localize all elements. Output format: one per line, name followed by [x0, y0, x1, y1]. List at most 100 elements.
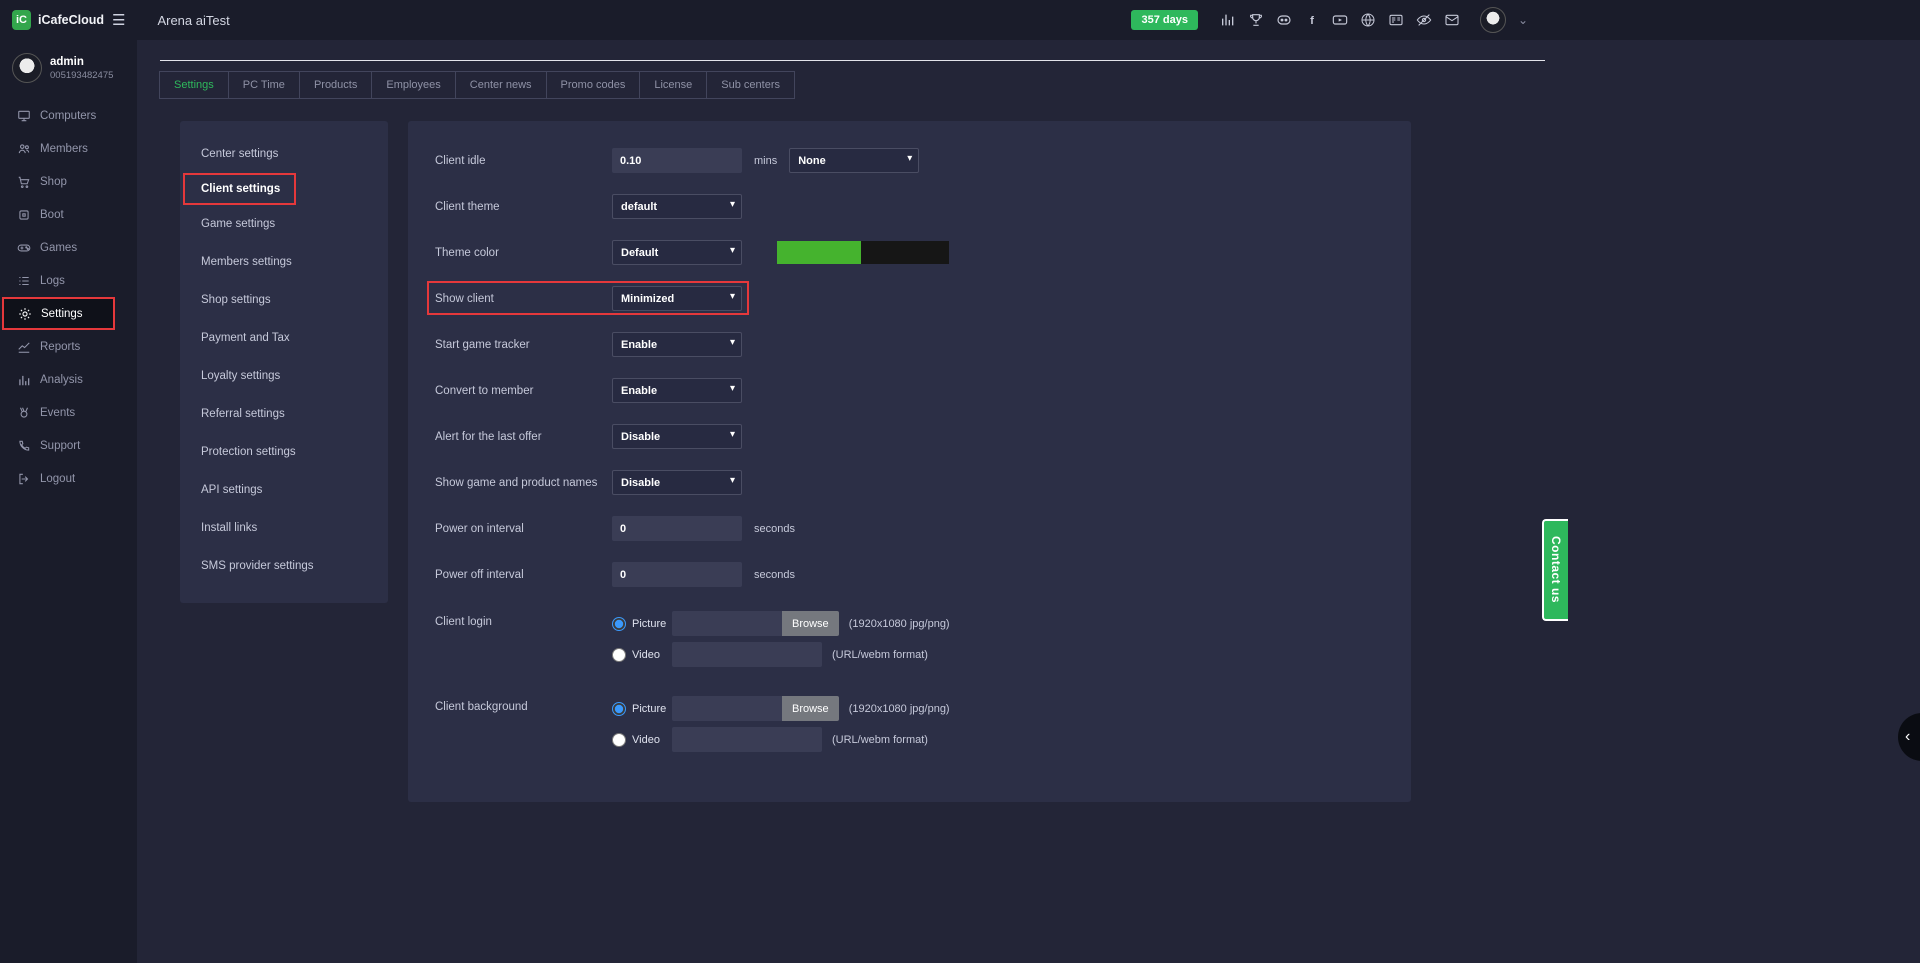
settings-nav-shop[interactable]: Shop settings [180, 281, 388, 319]
form-row-theme-color: Theme color Default ▾ [435, 240, 1411, 265]
settings-nav-loyalty[interactable]: Loyalty settings [180, 357, 388, 395]
page-title: Arena aiTest [157, 13, 229, 28]
stats-icon[interactable] [1220, 12, 1236, 28]
field-label: Client background [435, 693, 612, 713]
settings-nav-game[interactable]: Game settings [180, 205, 388, 243]
chevron-down-icon[interactable]: ⌄ [1518, 13, 1528, 27]
power-off-interval-input[interactable] [612, 562, 742, 587]
sidebar-item-reports[interactable]: Reports [0, 330, 137, 363]
client-login-picture-input[interactable] [672, 611, 782, 636]
settings-nav-center[interactable]: Center settings [180, 135, 388, 173]
client-settings-form: Client idle mins None ▾ Client theme def… [408, 121, 1411, 802]
settings-nav-api[interactable]: API settings [180, 471, 388, 509]
sidebar-item-analysis[interactable]: Analysis [0, 363, 137, 396]
sidebar-item-boot[interactable]: Boot [0, 198, 137, 231]
topbar: iC iCafeCloud ☰ Arena aiTest 357 days f … [0, 0, 1920, 40]
sidebar-item-events[interactable]: Events [0, 396, 137, 429]
client-login-video-radio[interactable] [612, 648, 626, 662]
settings-nav-protection[interactable]: Protection settings [180, 433, 388, 471]
members-icon [17, 142, 31, 156]
form-row-alert-last-offer: Alert for the last offer Disable ▾ [435, 424, 1411, 449]
hamburger-menu-icon[interactable]: ☰ [112, 11, 125, 29]
field-label: Convert to member [435, 385, 612, 397]
form-row-power-on-interval: Power on interval seconds [435, 516, 1411, 541]
globe-icon[interactable] [1360, 12, 1376, 28]
sidebar-item-support[interactable]: Support [0, 429, 137, 462]
sidebar-item-games[interactable]: Games [0, 231, 137, 264]
client-login-browse-button[interactable]: Browse [782, 611, 839, 636]
reports-icon [17, 340, 31, 354]
client-background-video-input[interactable] [672, 727, 822, 752]
tab-pc-time[interactable]: PC Time [228, 71, 300, 99]
brand[interactable]: iC iCafeCloud [0, 10, 104, 30]
client-background-video-radio[interactable] [612, 733, 626, 747]
tab-bar: Settings PC Time Products Employees Cent… [160, 71, 1920, 99]
tab-products[interactable]: Products [299, 71, 372, 99]
sidebar-item-logs[interactable]: Logs [0, 264, 137, 297]
user-avatar[interactable] [1480, 7, 1506, 33]
show-game-product-names-select[interactable]: Disable [612, 470, 742, 495]
settings-nav-install-links[interactable]: Install links [180, 509, 388, 547]
sidebar-item-settings[interactable]: Settings [2, 297, 115, 330]
gamepad-icon [17, 241, 31, 255]
form-row-client-background: Client background Picture Browse (1920x1… [435, 693, 1411, 755]
client-theme-select[interactable]: default [612, 194, 742, 219]
sidebar-item-label: Events [40, 407, 75, 419]
sidebar-item-shop[interactable]: Shop [0, 165, 137, 198]
theme-color-preview [777, 241, 949, 264]
discord-icon[interactable] [1276, 12, 1292, 28]
topbar-right: 357 days f ⌄ [1131, 7, 1528, 33]
settings-nav-client[interactable]: Client settings [183, 173, 296, 205]
settings-nav-referral[interactable]: Referral settings [180, 395, 388, 433]
license-days-badge[interactable]: 357 days [1131, 10, 1197, 30]
power-on-interval-input[interactable] [612, 516, 742, 541]
contact-us-tab[interactable]: Contact us [1542, 519, 1568, 621]
convert-to-member-select[interactable]: Enable [612, 378, 742, 403]
show-client-select[interactable]: Minimized [612, 286, 742, 311]
client-idle-input[interactable] [612, 148, 742, 173]
youtube-icon[interactable] [1332, 12, 1348, 28]
eye-slash-icon[interactable] [1416, 12, 1432, 28]
sidebar-user-block[interactable]: admin 005193482475 [0, 40, 137, 93]
field-label: Alert for the last offer [435, 431, 612, 443]
client-login-picture-radio[interactable] [612, 617, 626, 631]
tab-center-news[interactable]: Center news [455, 71, 547, 99]
mail-icon[interactable] [1444, 12, 1460, 28]
form-row-convert-to-member: Convert to member Enable ▾ [435, 378, 1411, 403]
client-background-picture-radio[interactable] [612, 702, 626, 716]
sidebar-item-label: Boot [40, 209, 64, 221]
black-swatch [861, 241, 949, 264]
tab-license[interactable]: License [639, 71, 707, 99]
sidebar-avatar [12, 53, 42, 83]
start-game-tracker-select[interactable]: Enable [612, 332, 742, 357]
client-idle-action-select[interactable]: None [789, 148, 919, 173]
id-card-icon[interactable] [1388, 12, 1404, 28]
tab-settings[interactable]: Settings [159, 71, 229, 99]
client-login-video-input[interactable] [672, 642, 822, 667]
settings-nav-payment-tax[interactable]: Payment and Tax [180, 319, 388, 357]
green-swatch [777, 241, 861, 264]
boot-icon [17, 208, 31, 222]
settings-nav-sms-provider[interactable]: SMS provider settings [180, 547, 388, 585]
alert-last-offer-select[interactable]: Disable [612, 424, 742, 449]
settings-nav-members[interactable]: Members settings [180, 243, 388, 281]
radio-label: Picture [632, 618, 672, 630]
logout-icon [17, 472, 31, 486]
sidebar-item-members[interactable]: Members [0, 132, 137, 165]
sidebar-item-computers[interactable]: Computers [0, 99, 137, 132]
sidebar-item-logout[interactable]: Logout [0, 462, 137, 495]
tab-promo-codes[interactable]: Promo codes [546, 71, 641, 99]
field-label: Power off interval [435, 569, 612, 581]
analysis-icon [17, 373, 31, 387]
computer-icon [17, 109, 31, 123]
facebook-icon[interactable]: f [1304, 12, 1320, 28]
sidebar-item-label: Reports [40, 341, 80, 353]
theme-color-select[interactable]: Default [612, 240, 742, 265]
tab-employees[interactable]: Employees [371, 71, 455, 99]
icafecloud-logo-icon: iC [12, 10, 31, 30]
client-background-browse-button[interactable]: Browse [782, 696, 839, 721]
client-background-picture-input[interactable] [672, 696, 782, 721]
tab-sub-centers[interactable]: Sub centers [706, 71, 795, 99]
sidebar-item-label: Computers [40, 110, 96, 122]
trophy-icon[interactable] [1248, 12, 1264, 28]
